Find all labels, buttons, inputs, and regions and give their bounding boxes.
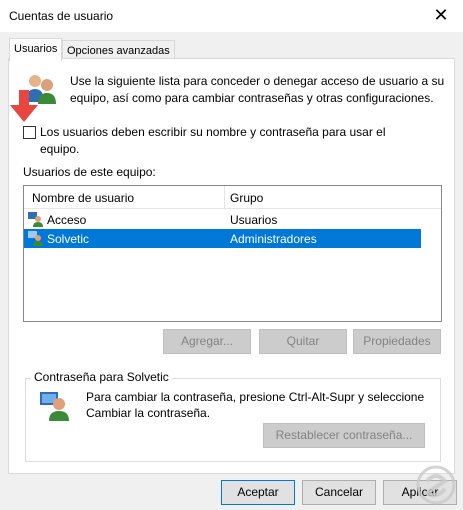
title-bar: Cuentas de usuario ✕ <box>0 0 463 32</box>
add-user-button[interactable]: Agregar... <box>163 329 251 354</box>
window-title: Cuentas de usuario <box>9 9 114 23</box>
user-name: Acceso <box>47 213 87 227</box>
users-list[interactable]: Nombre de usuario Grupo Acceso Usuarios … <box>23 185 442 322</box>
user-group: Administradores <box>230 232 317 246</box>
properties-button[interactable]: Propiedades <box>353 329 441 354</box>
require-login-label-2[interactable]: equipo. <box>40 141 79 158</box>
intro-line-1: Use la siguiente lista para conceder o d… <box>70 74 445 88</box>
intro-line-2: equipo, así como para cambiar contraseña… <box>70 91 434 105</box>
table-row[interactable]: Acceso Usuarios <box>24 210 421 229</box>
arrow-down-icon <box>10 90 38 122</box>
users-list-label: Usuarios de este equipo: <box>23 165 156 179</box>
users-list-header: Nombre de usuario Grupo <box>24 186 441 209</box>
password-group-title: Contraseña para Solvetic <box>31 370 172 384</box>
table-row-selected[interactable]: Solvetic Administradores <box>24 229 421 248</box>
user-group: Usuarios <box>230 213 278 227</box>
cancel-button[interactable]: Cancelar <box>302 480 376 505</box>
require-login-label-1[interactable]: Los usuarios deben escribir su nombre y … <box>40 124 386 141</box>
tab-usuarios[interactable]: Usuarios <box>9 38 63 61</box>
column-header-group[interactable]: Grupo <box>230 191 263 205</box>
password-text-2: Cambiar la contraseña. <box>86 406 211 420</box>
reset-password-button[interactable]: Restablecer contraseña... <box>263 423 425 448</box>
user-icon <box>28 231 43 246</box>
solvetic-logo-icon <box>416 465 456 505</box>
tab-usuarios-label: Usuarios <box>14 43 58 55</box>
tab-opciones-avanzadas-label: Opciones avanzadas <box>67 45 170 57</box>
user-name: Solvetic <box>47 232 90 246</box>
require-login-checkbox[interactable] <box>23 126 36 139</box>
column-header-name[interactable]: Nombre de usuario <box>32 191 134 205</box>
user-icon <box>28 212 43 227</box>
user-key-icon <box>40 392 69 421</box>
column-separator[interactable] <box>224 186 225 208</box>
remove-user-button[interactable]: Quitar <box>259 329 347 354</box>
password-text-1: Para cambiar la contraseña, presione Ctr… <box>86 390 425 404</box>
ok-button[interactable]: Aceptar <box>221 480 295 505</box>
close-icon[interactable]: ✕ <box>429 4 453 28</box>
